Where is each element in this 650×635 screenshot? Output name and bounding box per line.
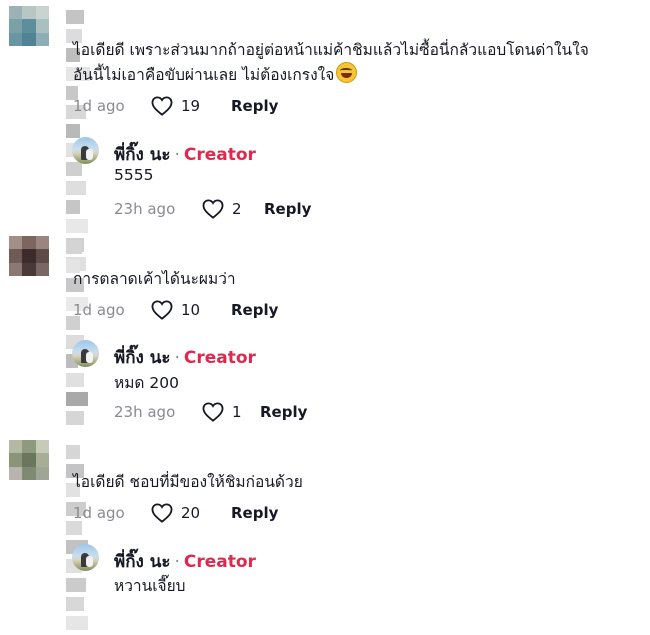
reply-author-name[interactable]: พี่กิ๊ง นะ	[114, 552, 170, 572]
reply-author[interactable]: พี่กิ๊ง นะ · Creator	[114, 141, 256, 168]
separator-dot: ·	[174, 145, 180, 165]
username-blurred[interactable]	[66, 240, 88, 425]
reply-button[interactable]: Reply	[231, 504, 278, 522]
comment-text-line: การตลาดเค้าได้นะผมว่า	[73, 270, 236, 288]
heart-icon	[202, 199, 224, 219]
reply-button[interactable]: Reply	[231, 97, 278, 115]
like-count: 20	[181, 504, 201, 522]
reply-author[interactable]: พี่กิ๊ง นะ · Creator	[114, 548, 256, 575]
comment-text-line: ไอเดียดี ชอบที่มีของให้ชิมก่อนด้วย	[73, 473, 303, 491]
reply-meta: 23h ago 1 Reply	[114, 402, 307, 422]
separator-dot: ·	[174, 348, 180, 368]
separator-dot: ·	[174, 552, 180, 572]
reply-text: 5555	[114, 166, 154, 184]
reply-button[interactable]: Reply	[231, 301, 278, 319]
comment-time: 1d ago	[73, 97, 125, 115]
comment-time: 1d ago	[73, 504, 125, 522]
creator-avatar[interactable]	[72, 137, 99, 164]
comment-text-line-2: อันนี้ไม่เอาคือขับผ่านเลย ไม่ต้องเกรงใจ	[73, 66, 335, 84]
grinning-sweat-emoji-icon	[336, 62, 358, 83]
heart-icon	[151, 96, 173, 116]
comment-meta: 1d ago 10 Reply	[73, 300, 278, 320]
avatar[interactable]	[9, 6, 49, 46]
like-button[interactable]: 10	[151, 300, 231, 320]
reply-author-name[interactable]: พี่กิ๊ง นะ	[114, 145, 170, 165]
comment-meta: 1d ago 19 Reply	[73, 96, 278, 116]
avatar[interactable]	[9, 440, 49, 480]
creator-badge: Creator	[183, 145, 256, 165]
like-button[interactable]: 19	[151, 96, 231, 116]
like-count: 2	[232, 200, 242, 218]
creator-avatar[interactable]	[72, 340, 99, 367]
avatar[interactable]	[9, 236, 49, 276]
reply-author-name[interactable]: พี่กิ๊ง นะ	[114, 348, 170, 368]
reply-button[interactable]: Reply	[264, 200, 311, 218]
reply-text: หมด 200	[114, 374, 180, 392]
comment-text-line: อันนี้ไม่เอาคือขับผ่านเลย ไม่ต้องเกรงใจ	[73, 62, 358, 89]
username-blurred[interactable]	[66, 10, 90, 271]
creator-avatar[interactable]	[72, 544, 99, 571]
username-blurred[interactable]	[66, 445, 88, 630]
like-button[interactable]: 1	[202, 402, 260, 422]
reply-time: 23h ago	[114, 403, 176, 421]
reply-button[interactable]: Reply	[260, 403, 307, 421]
reply-meta: 23h ago 2 Reply	[114, 199, 311, 219]
creator-badge: Creator	[183, 552, 256, 572]
heart-icon	[202, 402, 224, 422]
reply-text: หวานเจี๊ยบ	[114, 577, 186, 595]
heart-icon	[151, 300, 173, 320]
reply-time: 23h ago	[114, 200, 176, 218]
comment-time: 1d ago	[73, 301, 125, 319]
like-count: 10	[181, 301, 201, 319]
heart-icon	[151, 503, 173, 523]
like-count: 1	[232, 403, 242, 421]
like-count: 19	[181, 97, 201, 115]
creator-badge: Creator	[183, 348, 256, 368]
comment-text-line: ไอเดียดี เพราะส่วนมากถ้าอยู่ต่อหน้าแม่ค้…	[73, 41, 589, 59]
like-button[interactable]: 2	[202, 199, 264, 219]
like-button[interactable]: 20	[151, 503, 231, 523]
reply-author[interactable]: พี่กิ๊ง นะ · Creator	[114, 344, 256, 371]
comment-meta: 1d ago 20 Reply	[73, 503, 278, 523]
